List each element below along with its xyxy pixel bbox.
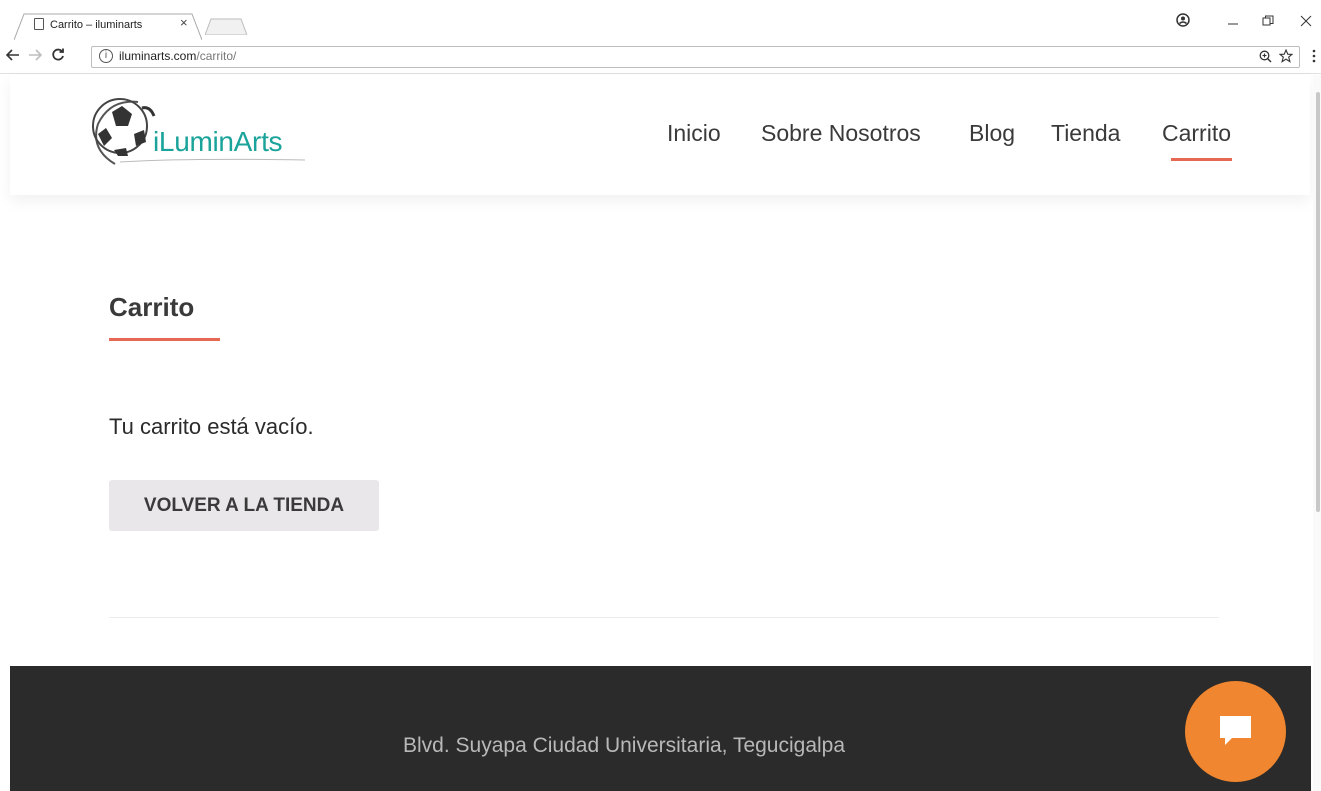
close-icon[interactable] <box>1300 15 1312 27</box>
menu-icon[interactable] <box>1311 49 1317 63</box>
back-arrow-icon[interactable] <box>6 49 20 61</box>
tab-close-icon[interactable]: × <box>180 15 188 30</box>
page-icon <box>34 18 44 30</box>
nav-item-tienda[interactable]: Tienda <box>1051 120 1120 147</box>
nav-item-blog[interactable]: Blog <box>969 120 1015 147</box>
scrollbar-thumb[interactable] <box>1316 92 1320 512</box>
new-tab-button[interactable] <box>205 18 247 35</box>
star-icon[interactable] <box>1279 49 1293 63</box>
footer-address: Blvd. Suyapa Ciudad Universitaria, Teguc… <box>403 734 846 757</box>
title-underline <box>109 338 220 341</box>
logo-text[interactable]: iLuminArts <box>153 126 283 158</box>
account-icon[interactable] <box>1176 13 1190 27</box>
empty-cart-message: Tu carrito está vacío. <box>109 414 314 439</box>
info-icon[interactable]: i <box>99 49 113 63</box>
content-divider <box>109 617 1219 618</box>
forward-arrow-icon[interactable] <box>28 49 42 61</box>
active-nav-indicator <box>1171 158 1232 161</box>
chat-button[interactable] <box>1185 681 1286 782</box>
site-footer <box>10 666 1311 791</box>
tab-title: Carrito – iluminarts <box>50 19 143 31</box>
chat-bubble-icon <box>1220 716 1251 745</box>
zoom-icon[interactable] <box>1259 50 1272 63</box>
url-path: /carrito/ <box>196 49 237 63</box>
restore-icon[interactable] <box>1262 15 1274 27</box>
minimize-icon[interactable] <box>1227 16 1239 26</box>
nav-item-sobre-nosotros[interactable]: Sobre Nosotros <box>761 120 921 147</box>
return-to-shop-button[interactable]: VOLVER A LA TIENDA <box>109 480 379 531</box>
nav-item-inicio[interactable]: Inicio <box>667 120 721 147</box>
url-text[interactable]: iluminarts.com/carrito/ <box>119 49 236 63</box>
nav-item-carrito[interactable]: Carrito <box>1162 120 1231 147</box>
url-host: iluminarts.com <box>119 49 197 63</box>
address-bar[interactable] <box>91 46 1300 68</box>
reload-icon[interactable] <box>51 48 65 62</box>
page-title: Carrito <box>109 292 195 322</box>
